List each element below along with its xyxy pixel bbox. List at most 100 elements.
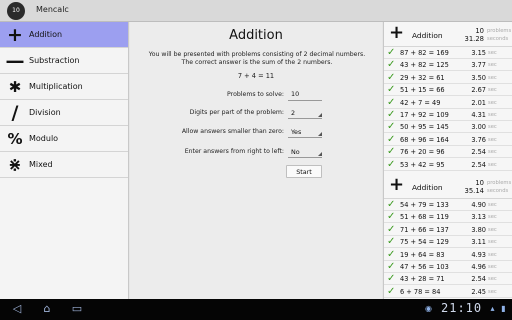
system-bar: ◁ ⌂ ▭ ◉ 21:10 ▴ ▮ xyxy=(0,299,512,320)
dropdown-arrow-icon xyxy=(318,132,322,136)
result-group-header: + Addition 10 problems 35.14 seconds xyxy=(384,174,512,199)
result-equation: 47 + 56 = 103 xyxy=(400,263,449,271)
check-icon: ✓ xyxy=(387,285,396,297)
result-row: ✓ 68 + 96 = 164 3.76 sec xyxy=(384,134,512,146)
result-row: ✓ 53 + 42 = 95 2.54 sec xyxy=(384,159,512,171)
problems-unit: problems xyxy=(487,28,512,34)
below-zero-select[interactable]: Yes xyxy=(288,125,322,138)
check-icon: ✓ xyxy=(387,158,396,170)
results-history[interactable]: + Addition 10 problems 31.28 seconds ✓ 87 + 82 … xyxy=(383,22,512,299)
check-icon: ✓ xyxy=(387,109,396,120)
result-time: 2.67 xyxy=(471,86,486,95)
battery-icon: ▮ xyxy=(501,304,506,313)
result-equation: 71 + 66 = 137 xyxy=(400,225,449,234)
check-icon: ✓ xyxy=(387,96,396,108)
sec-unit: sec xyxy=(488,288,497,295)
check-icon: ✓ xyxy=(387,199,396,210)
op-item-addition[interactable]: + Addition xyxy=(0,22,128,48)
check-icon: ✓ xyxy=(387,47,396,58)
result-time: 3.76 xyxy=(471,135,486,144)
result-row: ✓ 19 + 64 = 83 4.93 sec xyxy=(384,249,512,261)
check-icon: ✓ xyxy=(387,121,396,133)
op-item-modulo[interactable]: % Modulo xyxy=(0,126,128,152)
sec-unit: sec xyxy=(488,239,497,246)
sec-unit: sec xyxy=(488,50,497,56)
op-item-mixed[interactable]: ⋇ Mixed xyxy=(0,152,128,178)
asterisk-icon: ✱ xyxy=(8,78,22,96)
dropdown-arrow-icon xyxy=(318,113,322,117)
op-item-multiplication[interactable]: ✱ Multiplication xyxy=(0,74,128,100)
problems-label: Problems to solve: xyxy=(227,91,284,98)
problem-settings: Addition You will be presented with prob… xyxy=(130,22,382,299)
rtl-row: Enter answers from right to left: No xyxy=(130,145,382,159)
result-row: ✓ 75 + 54 = 129 3.11 sec xyxy=(384,236,512,249)
recent-apps-icon[interactable]: ▭ xyxy=(68,302,86,316)
check-icon: ✓ xyxy=(387,84,396,96)
result-time: 3.77 xyxy=(471,61,486,70)
sec-unit: sec xyxy=(488,161,497,168)
result-time: 2.54 xyxy=(471,160,486,169)
result-time: 2.01 xyxy=(471,98,486,107)
sec-unit: sec xyxy=(488,276,497,283)
seconds-unit: seconds xyxy=(487,188,509,194)
check-icon: ✓ xyxy=(387,133,396,145)
op-label: Addition xyxy=(29,30,63,39)
sec-unit: sec xyxy=(488,87,497,94)
result-time: 4.96 xyxy=(471,263,486,271)
rtl-value: No xyxy=(291,148,300,156)
result-row: ✓ 76 + 20 = 96 2.54 sec xyxy=(384,146,512,159)
action-bar: 10 Mencalc xyxy=(0,0,512,22)
digits-select[interactable]: 2 xyxy=(288,106,322,119)
below-zero-label: Allow answers smaller than zero: xyxy=(181,128,284,135)
problems-input[interactable] xyxy=(288,88,322,101)
result-time: 2.54 xyxy=(471,148,486,157)
result-group-title: Addition xyxy=(412,183,443,192)
op-label: Division xyxy=(29,108,61,117)
result-time: 2.45 xyxy=(471,287,486,296)
mixed-icon: ⋇ xyxy=(8,155,22,174)
result-group-title: Addition xyxy=(412,31,443,40)
sec-unit: sec xyxy=(488,124,497,131)
result-time: 4.93 xyxy=(471,250,486,259)
result-equation: 76 + 20 = 96 xyxy=(400,148,445,157)
result-row: ✓ 54 + 79 = 133 4.90 sec xyxy=(384,199,512,211)
result-equation: 29 + 32 = 61 xyxy=(400,73,445,82)
seconds-unit: seconds xyxy=(487,36,509,42)
home-icon[interactable]: ⌂ xyxy=(38,302,56,316)
result-total-time: 35.14 xyxy=(464,187,484,195)
sec-unit: sec xyxy=(488,264,497,270)
result-equation: 50 + 95 = 145 xyxy=(400,123,449,132)
app-title: Mencalc xyxy=(36,5,69,14)
result-total-time: 31.28 xyxy=(464,35,484,43)
problems-row: Problems to solve: xyxy=(130,88,382,102)
result-time: 3.15 xyxy=(471,49,486,57)
slash-icon: / xyxy=(11,102,19,124)
op-label: Substraction xyxy=(29,56,80,65)
result-equation: 43 + 28 = 71 xyxy=(400,275,445,284)
problems-unit: problems xyxy=(487,180,512,186)
sec-unit: sec xyxy=(488,136,497,143)
app-icon[interactable]: 10 xyxy=(7,2,25,20)
op-label: Multiplication xyxy=(29,82,83,91)
result-equation: 75 + 54 = 129 xyxy=(400,238,449,247)
result-equation: 53 + 42 = 95 xyxy=(400,160,445,169)
op-item-substraction[interactable]: — Substraction xyxy=(0,48,128,74)
back-icon[interactable]: ◁ xyxy=(8,302,26,316)
check-icon: ✓ xyxy=(387,71,396,83)
result-equation: 43 + 82 = 125 xyxy=(400,61,449,70)
start-button[interactable]: Start xyxy=(286,165,322,178)
result-row: ✓ 50 + 95 = 145 3.00 sec xyxy=(384,121,512,134)
result-equation: 68 + 96 = 164 xyxy=(400,135,449,144)
check-icon: ✓ xyxy=(387,273,396,285)
result-time: 3.80 xyxy=(471,225,486,234)
result-row: ✓ 29 + 32 = 61 3.50 sec xyxy=(384,72,512,84)
wifi-icon: ▴ xyxy=(490,304,495,313)
below-zero-value: Yes xyxy=(291,128,302,136)
rtl-select[interactable]: No xyxy=(288,145,322,158)
page-title: Addition xyxy=(229,28,283,43)
notification-icon[interactable]: ◉ xyxy=(424,304,433,314)
op-item-division[interactable]: / Division xyxy=(0,100,128,126)
sec-unit: sec xyxy=(488,112,497,118)
result-equation: 6 + 78 = 84 xyxy=(400,287,441,296)
result-time: 4.31 xyxy=(471,111,486,119)
